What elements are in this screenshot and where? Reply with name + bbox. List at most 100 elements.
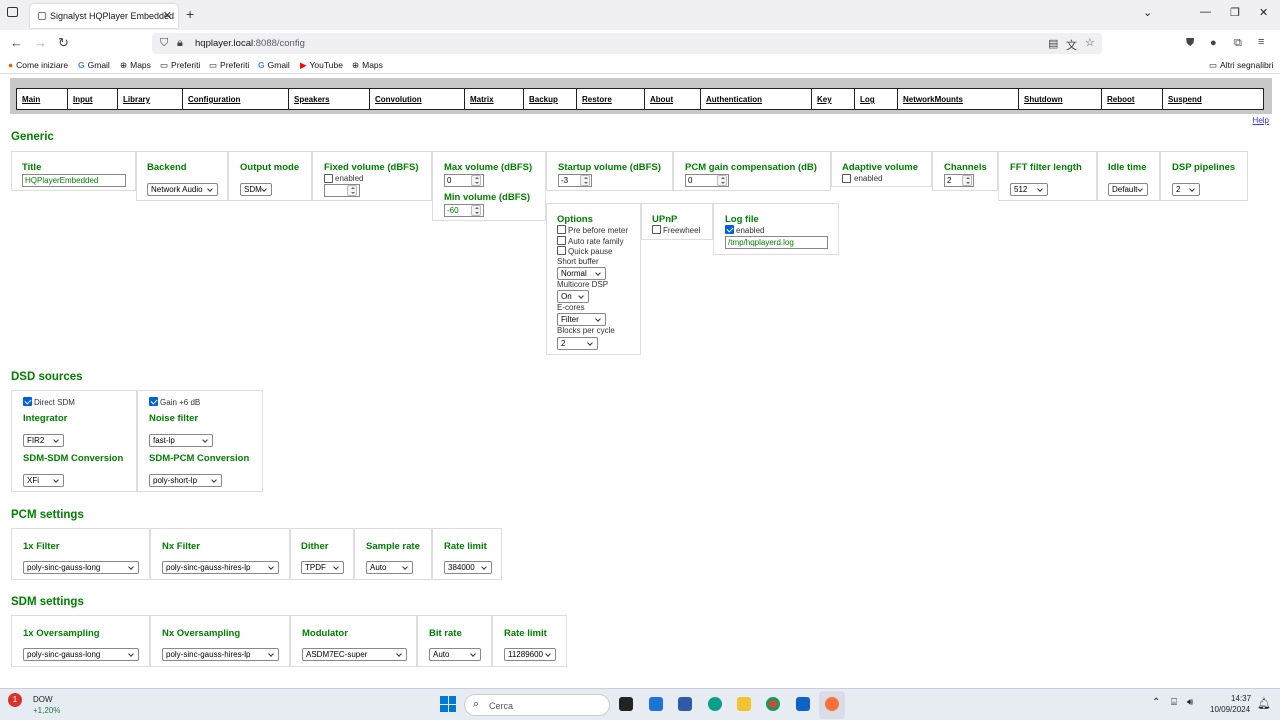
minimize-icon[interactable]: — bbox=[1200, 6, 1211, 18]
bookmark-come-iniziare[interactable]: ● Come iniziare bbox=[8, 60, 68, 70]
reload-icon[interactable]: ↻ bbox=[58, 35, 69, 51]
bookmark-youtube[interactable]: ▶ YouTube bbox=[300, 60, 343, 71]
sdm-rate-limit-select[interactable]: 11289600 bbox=[504, 648, 556, 661]
widgets-app-icon[interactable] bbox=[649, 697, 663, 711]
taskbar-search[interactable]: ⌕ Cerca bbox=[464, 694, 610, 716]
multicore-dsp-select[interactable]: On bbox=[557, 290, 589, 303]
bookmark-star-icon[interactable]: ☆ bbox=[1085, 36, 1095, 49]
edge-app-icon[interactable] bbox=[708, 697, 722, 711]
pcm-rate-limit-select[interactable]: 384000 bbox=[444, 561, 492, 574]
close-window-icon[interactable]: ✕ bbox=[1259, 6, 1268, 19]
task-view-icon[interactable] bbox=[619, 697, 633, 711]
menu-main[interactable]: Main bbox=[17, 89, 68, 109]
sdm-sdm-conversion-select[interactable]: XFi bbox=[23, 474, 64, 487]
reader-view-icon[interactable]: ▤ bbox=[1048, 37, 1058, 50]
freewheel-checkbox[interactable] bbox=[652, 225, 661, 234]
output-mode-select[interactable]: SDM bbox=[240, 183, 272, 196]
address-bar[interactable]: ⛉ 🔒︎ hqplayer.local:8088/config ▤ 文 ☆ bbox=[152, 33, 1102, 54]
bit-rate-select[interactable]: Auto bbox=[429, 648, 481, 661]
sdm-1x-oversampling-select[interactable]: poly-sinc-gauss-long bbox=[23, 648, 139, 661]
log-file-checkbox[interactable] bbox=[725, 225, 734, 234]
startup-volume-spinner[interactable] bbox=[580, 175, 590, 186]
clock-time[interactable]: 14:37 bbox=[1231, 694, 1251, 703]
bookmark-maps[interactable]: ⊕ Maps bbox=[120, 60, 151, 71]
menu-input[interactable]: Input bbox=[68, 89, 118, 109]
bookmark-folder-preferiti-2[interactable]: ▭ Preferiti bbox=[209, 60, 249, 71]
stock-badge[interactable]: 1 bbox=[8, 693, 22, 707]
menu-reboot[interactable]: Reboot bbox=[1102, 89, 1163, 109]
dither-select[interactable]: TPDF bbox=[301, 561, 344, 574]
menu-configuration[interactable]: Configuration bbox=[183, 89, 289, 109]
help-link[interactable]: Help bbox=[1253, 116, 1269, 125]
menu-log[interactable]: Log bbox=[855, 89, 898, 109]
lock-icon[interactable]: 🔒︎ bbox=[177, 37, 183, 50]
browser-tab[interactable]: Signalyst HQPlayer Embedded ✕ bbox=[30, 4, 178, 28]
extensions-icon[interactable]: ⧉ bbox=[1234, 37, 1242, 50]
menu-backup[interactable]: Backup bbox=[524, 89, 577, 109]
other-bookmarks[interactable]: ▭ Altri segnalibri bbox=[1209, 60, 1273, 71]
bookmark-folder-preferiti[interactable]: ▭ Preferiti bbox=[160, 60, 200, 71]
backend-select[interactable]: Network Audio bbox=[147, 183, 218, 196]
menu-about[interactable]: About bbox=[645, 89, 701, 109]
pre-before-meter-checkbox[interactable] bbox=[557, 225, 566, 234]
pocket-icon[interactable]: ⛊ bbox=[1186, 37, 1194, 50]
store-app-icon[interactable] bbox=[678, 697, 692, 711]
max-volume-spinner[interactable] bbox=[471, 175, 481, 186]
volume-icon[interactable]: 🔊︎ bbox=[1187, 697, 1193, 708]
fft-length-select[interactable]: 512 bbox=[1010, 183, 1048, 196]
bookmark-gmail-2[interactable]: G Gmail bbox=[258, 60, 290, 70]
direct-sdm-checkbox[interactable] bbox=[23, 397, 32, 406]
stock-name[interactable]: DOW bbox=[33, 695, 53, 704]
sample-rate-select[interactable]: Auto bbox=[366, 561, 413, 574]
back-icon[interactable]: ← bbox=[10, 35, 23, 50]
idle-time-select[interactable]: Default bbox=[1108, 183, 1148, 196]
short-buffer-select[interactable]: Normal bbox=[557, 267, 606, 280]
integrator-select[interactable]: FIR2 bbox=[23, 434, 64, 447]
forward-icon[interactable]: → bbox=[34, 35, 47, 50]
fixed-volume-spinner[interactable] bbox=[347, 185, 357, 196]
clock-date[interactable]: 10/09/2024 bbox=[1210, 705, 1250, 714]
menu-restore[interactable]: Restore bbox=[577, 89, 645, 109]
menu-icon[interactable]: ≡ bbox=[1258, 36, 1264, 48]
tray-chevron-icon[interactable]: ⌃ bbox=[1152, 697, 1160, 708]
log-file-input[interactable]: /tmp/hqplayerd.log bbox=[725, 236, 828, 249]
blocks-per-cycle-select[interactable]: 2 bbox=[557, 337, 598, 350]
firefox-app-icon[interactable] bbox=[825, 697, 839, 711]
menu-library[interactable]: Library bbox=[118, 89, 183, 109]
menu-networkmounts[interactable]: NetworkMounts bbox=[898, 89, 1019, 109]
menu-key[interactable]: Key bbox=[812, 89, 855, 109]
bookmark-maps-2[interactable]: ⊕ Maps bbox=[352, 60, 383, 71]
maximize-icon[interactable]: ❐ bbox=[1230, 6, 1240, 19]
network-icon[interactable]: ⌸ bbox=[1171, 697, 1177, 708]
channels-spinner[interactable] bbox=[962, 175, 972, 186]
outlook-app-icon[interactable] bbox=[796, 697, 810, 711]
close-tab-icon[interactable]: ✕ bbox=[163, 9, 172, 22]
account-icon[interactable]: ● bbox=[1210, 37, 1217, 49]
chrome-app-icon[interactable] bbox=[766, 697, 780, 711]
title-input[interactable]: HQPlayerEmbedded bbox=[22, 174, 126, 187]
ecores-select[interactable]: Filter bbox=[557, 313, 606, 326]
noise-filter-select[interactable]: fast-lp bbox=[149, 434, 213, 447]
bookmark-gmail[interactable]: G Gmail bbox=[78, 60, 110, 70]
min-volume-spinner[interactable] bbox=[471, 205, 481, 216]
fixed-volume-checkbox[interactable] bbox=[324, 174, 333, 183]
notification-bell-icon[interactable]: 🔔︎ bbox=[1257, 697, 1271, 710]
shield-icon[interactable]: ⛉ bbox=[160, 37, 168, 50]
gain-checkbox[interactable] bbox=[149, 397, 158, 406]
adaptive-volume-checkbox[interactable] bbox=[842, 174, 851, 183]
menu-matrix[interactable]: Matrix bbox=[465, 89, 524, 109]
menu-convolution[interactable]: Convolution bbox=[370, 89, 465, 109]
tab-list-icon[interactable] bbox=[7, 7, 18, 17]
menu-shutdown[interactable]: Shutdown bbox=[1019, 89, 1102, 109]
menu-suspend[interactable]: Suspend bbox=[1163, 89, 1263, 109]
dsp-pipelines-select[interactable]: 2 bbox=[1172, 183, 1200, 196]
translate-icon[interactable]: 文 bbox=[1066, 37, 1077, 53]
list-all-tabs-icon[interactable]: ⌄ bbox=[1143, 6, 1152, 19]
menu-speakers[interactable]: Speakers bbox=[289, 89, 370, 109]
new-tab-icon[interactable]: + bbox=[186, 6, 194, 22]
sdm-pcm-conversion-select[interactable]: poly-short-lp bbox=[149, 474, 222, 487]
start-button[interactable] bbox=[440, 696, 456, 712]
pcm-nx-filter-select[interactable]: poly-sinc-gauss-hires-lp bbox=[162, 561, 279, 574]
file-explorer-icon[interactable] bbox=[737, 697, 751, 711]
auto-rate-family-checkbox[interactable] bbox=[557, 236, 566, 245]
